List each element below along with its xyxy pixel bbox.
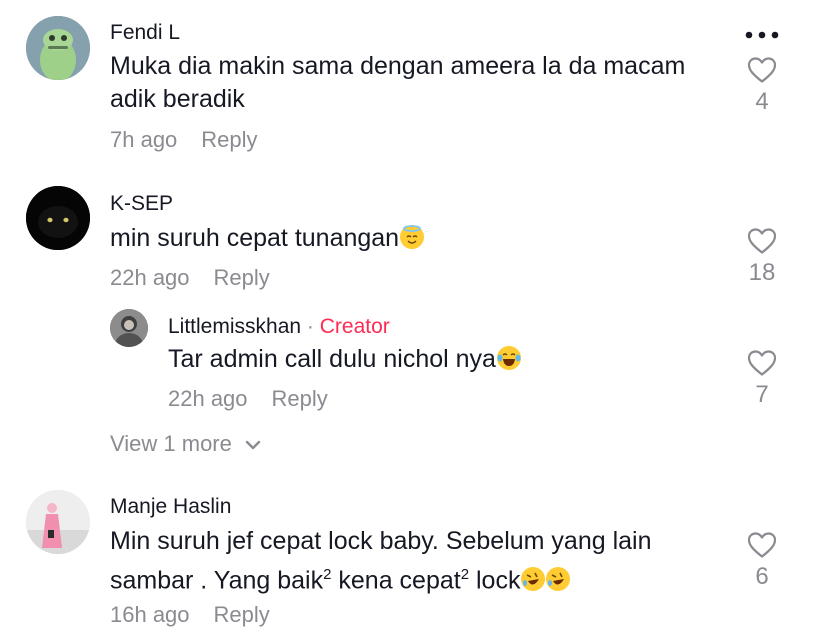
- view-more-label: View 1 more: [110, 431, 232, 456]
- comment-text-part: kena cepat: [331, 566, 461, 595]
- more-dots-icon: [745, 31, 779, 39]
- like-button[interactable]: 18: [742, 227, 782, 287]
- reply-button[interactable]: Reply: [214, 265, 270, 290]
- reply-username[interactable]: Littlemisskhan: [168, 315, 301, 338]
- rolling-laughing-emoji: [546, 567, 571, 592]
- like-button[interactable]: 7: [742, 349, 782, 409]
- like-count: 6: [755, 563, 769, 590]
- reply-text: Tar admin call dulu nichol nya: [168, 343, 521, 376]
- superscript: 2: [460, 566, 470, 583]
- rolling-laughing-emoji: [521, 567, 546, 592]
- avatar[interactable]: [26, 490, 90, 554]
- more-options-button[interactable]: [744, 28, 784, 42]
- innocent-face-emoji: [400, 225, 425, 249]
- comment-text-content: min suruh cepat tunangan: [110, 224, 400, 252]
- comment-username[interactable]: Manje Haslin: [110, 495, 231, 519]
- creator-badge: Creator: [319, 315, 390, 338]
- comment-text: Muka dia makin sama dengan ameera la da …: [110, 50, 730, 116]
- comment-username[interactable]: K-SEP: [110, 192, 173, 216]
- comment-text-line: sambar . Yang baik2 kena cepat2 lock: [110, 558, 730, 597]
- avatar[interactable]: [26, 16, 90, 80]
- tears-of-joy-emoji: [496, 346, 521, 370]
- view-more-replies-button[interactable]: View 1 more: [110, 431, 262, 457]
- like-button[interactable]: 4: [742, 56, 782, 116]
- reply-button[interactable]: Reply: [272, 386, 328, 411]
- comment-text-part: lock: [469, 566, 521, 595]
- comment-username[interactable]: Fendi L: [110, 21, 180, 45]
- reply-text-content: Tar admin call dulu nichol nya: [168, 345, 496, 373]
- like-count: 7: [755, 381, 769, 408]
- comment-meta: 16h ago Reply: [110, 602, 270, 628]
- avatar[interactable]: [26, 186, 90, 250]
- comment-timestamp: 22h ago: [110, 265, 190, 290]
- like-count: 4: [755, 88, 769, 115]
- comment-meta: 22h ago Reply: [110, 265, 270, 291]
- comment-text-line: adik beradik: [110, 85, 245, 113]
- comment-text: Min suruh jef cepat lock baby. Sebelum y…: [110, 525, 730, 597]
- reply-meta: 22h ago Reply: [168, 386, 328, 412]
- like-button[interactable]: 6: [742, 531, 782, 591]
- comment-meta: 7h ago Reply: [110, 127, 258, 153]
- comment-timestamp: 7h ago: [110, 127, 178, 152]
- comment-text-part: sambar . Yang baik: [110, 566, 324, 595]
- avatar[interactable]: [110, 309, 148, 347]
- reply-button[interactable]: Reply: [214, 602, 270, 627]
- separator: ·: [301, 315, 320, 338]
- heart-icon: [747, 228, 777, 254]
- reply-button[interactable]: Reply: [201, 127, 257, 152]
- comment-timestamp: 16h ago: [110, 602, 190, 627]
- heart-icon: [747, 350, 777, 376]
- heart-icon: [747, 532, 777, 558]
- like-count: 18: [748, 259, 776, 286]
- comment-text-line: Min suruh jef cepat lock baby. Sebelum y…: [110, 527, 652, 555]
- comment-text-line: Muka dia makin sama dengan ameera la da …: [110, 52, 686, 80]
- reply-timestamp: 22h ago: [168, 386, 248, 411]
- comment-text: min suruh cepat tunangan: [110, 222, 425, 255]
- reply-username-line: Littlemisskhan · Creator: [168, 315, 390, 339]
- heart-icon: [747, 57, 777, 83]
- chevron-down-icon: [245, 440, 261, 450]
